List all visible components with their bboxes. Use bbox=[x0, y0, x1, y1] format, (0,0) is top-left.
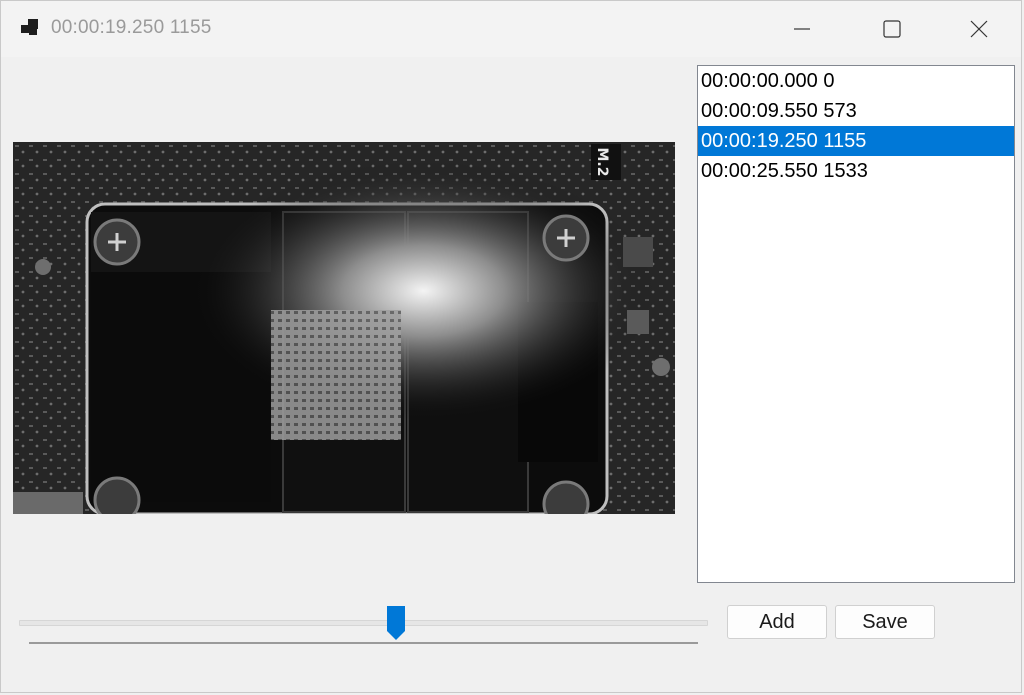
slider-tick-bar bbox=[29, 642, 698, 644]
close-button[interactable] bbox=[957, 9, 1001, 49]
minimize-button[interactable] bbox=[780, 9, 824, 49]
window-title: 00:00:19.250 1155 bbox=[51, 17, 212, 38]
slider-thumb[interactable] bbox=[385, 605, 407, 643]
save-button[interactable]: Save bbox=[835, 605, 935, 639]
slider-thumb-icon bbox=[387, 606, 405, 640]
close-icon bbox=[970, 20, 988, 38]
timeline-slider[interactable] bbox=[19, 605, 709, 645]
title-bar[interactable]: 00:00:19.250 1155 bbox=[1, 1, 1021, 57]
silkscreen-label: M.2 bbox=[594, 148, 610, 177]
list-item[interactable]: 00:00:09.550 573 bbox=[698, 96, 1014, 126]
maximize-icon bbox=[883, 20, 901, 38]
app-icon bbox=[19, 18, 41, 38]
list-item[interactable]: 00:00:00.000 0 bbox=[698, 66, 1014, 96]
list-item-selected[interactable]: 00:00:19.250 1155 bbox=[698, 126, 1014, 156]
keyframe-list[interactable]: 00:00:00.000 0 00:00:09.550 573 00:00:19… bbox=[697, 65, 1015, 583]
video-frame-image: M.2 bbox=[13, 142, 675, 514]
add-button[interactable]: Add bbox=[727, 605, 827, 639]
minimize-icon bbox=[794, 28, 810, 30]
slider-track[interactable] bbox=[19, 620, 708, 626]
maximize-button[interactable] bbox=[869, 9, 913, 49]
video-preview: M.2 bbox=[13, 142, 675, 514]
list-item[interactable]: 00:00:25.550 1533 bbox=[698, 156, 1014, 186]
main-window: 00:00:19.250 1155 M.2 00:00:00.000 0 00:… bbox=[0, 0, 1022, 693]
